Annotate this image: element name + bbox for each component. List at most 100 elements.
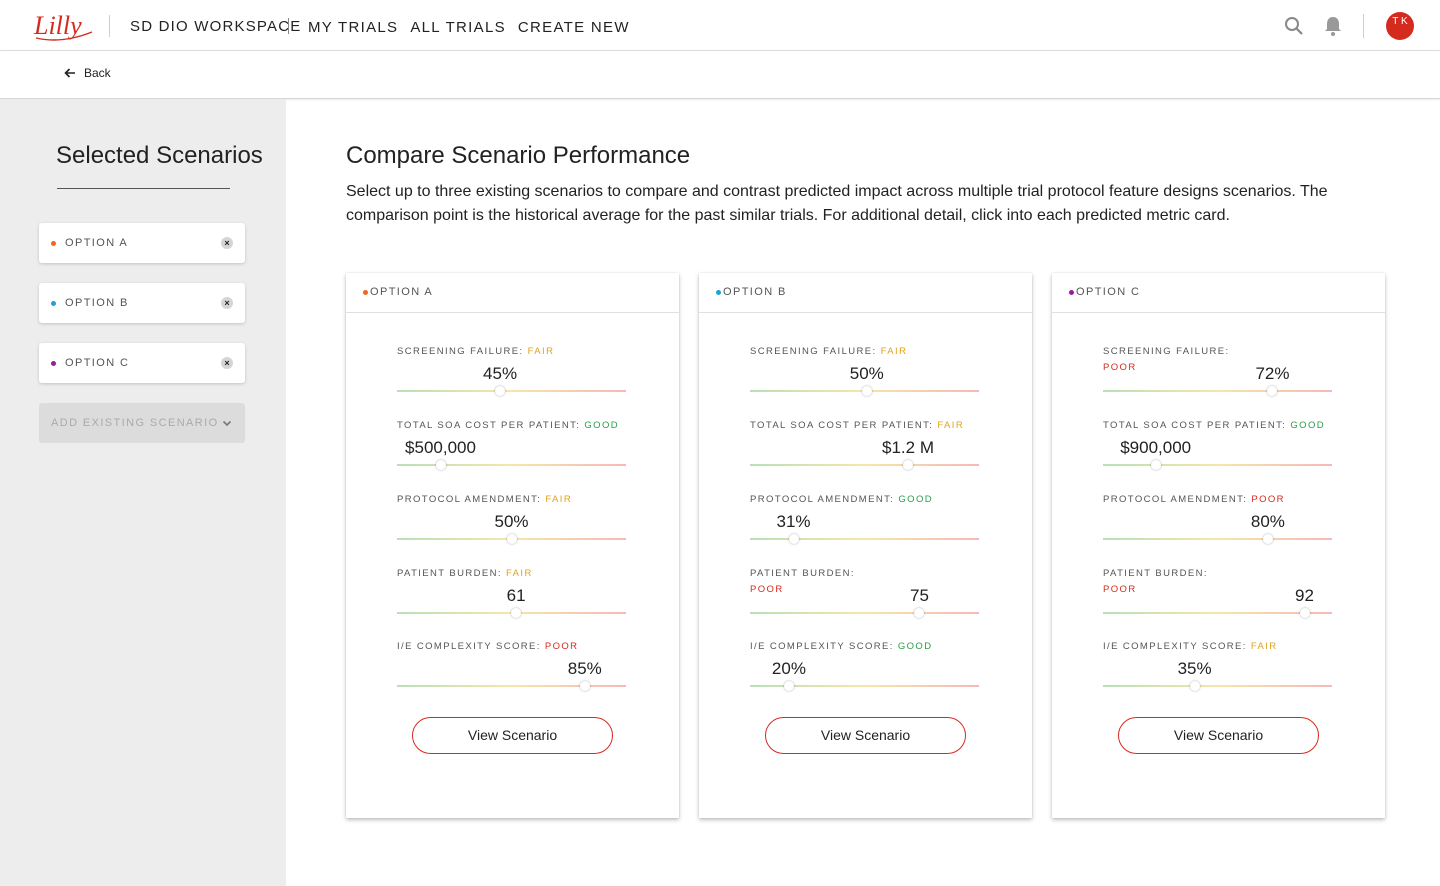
user-avatar[interactable]: T K	[1386, 12, 1414, 40]
metric-slider-track	[1103, 612, 1332, 614]
metric-slider-track	[750, 612, 979, 614]
metric-row[interactable]: I/E COMPLEXITY SCORE: FAIR 35%	[1103, 639, 1332, 699]
metric-rating: GOOD	[898, 494, 933, 505]
metric-slider-thumb[interactable]	[1150, 460, 1161, 470]
metric-label: TOTAL SOA COST PER PATIENT: GOOD	[1103, 418, 1332, 434]
nav-my-trials[interactable]: MY TRIALS	[308, 19, 398, 36]
metric-row[interactable]: PROTOCOL AMENDMENT: GOOD 31%	[750, 492, 979, 552]
metric-rating: POOR	[1251, 494, 1285, 505]
metric-rating: POOR	[750, 584, 784, 595]
metric-value: 80%	[1250, 512, 1285, 531]
metric-name: I/E COMPLEXITY SCORE:	[750, 641, 894, 652]
metric-slider-thumb[interactable]	[579, 681, 590, 691]
top-app-bar: Lilly SD DIO WORKSPACE MY TRIALS ALL TRI…	[0, 0, 1440, 51]
search-icon[interactable]	[1284, 16, 1304, 36]
metric-row[interactable]: PATIENT BURDEN: POOR 92	[1103, 566, 1332, 626]
metric-value: 72%	[1255, 364, 1290, 383]
header-divider	[1363, 14, 1364, 38]
view-scenario-button[interactable]: View Scenario	[412, 717, 613, 754]
main-nav: MY TRIALS ALL TRIALS CREATE NEW	[308, 19, 630, 36]
scenario-card[interactable]: OPTION C SCREENING FAILURE: POOR 72% TOTAL …	[1052, 273, 1385, 818]
metric-rating: FAIR	[505, 568, 533, 579]
metric-slider-thumb[interactable]	[914, 608, 925, 618]
metric-slider-thumb[interactable]	[783, 681, 794, 691]
scenario-color-dot	[363, 290, 368, 295]
metric-row[interactable]: PROTOCOL AMENDMENT: FAIR 50%	[397, 492, 626, 552]
scenario-card[interactable]: OPTION B SCREENING FAILURE: FAIR 50% TOTAL …	[699, 273, 1032, 818]
metric-row[interactable]: TOTAL SOA COST PER PATIENT: FAIR $1.2 M	[750, 418, 979, 478]
remove-icon[interactable]: ×	[221, 357, 233, 369]
chevron-down-icon	[222, 420, 232, 427]
metric-label: TOTAL SOA COST PER PATIENT: FAIR	[750, 418, 979, 434]
metric-row[interactable]: PATIENT BURDEN: FAIR 61	[397, 566, 626, 626]
metric-row[interactable]: I/E COMPLEXITY SCORE: GOOD 20%	[750, 639, 979, 699]
nav-create-new[interactable]: CREATE NEW	[518, 19, 630, 36]
back-button[interactable]: Back	[64, 66, 111, 80]
metric-slider-thumb[interactable]	[506, 534, 517, 544]
metric-slider-thumb[interactable]	[1299, 608, 1310, 618]
metric-value: 45%	[483, 364, 518, 383]
metric-name: SCREENING FAILURE:	[750, 346, 877, 357]
metric-slider-thumb[interactable]	[435, 460, 446, 470]
lilly-logo[interactable]: Lilly	[32, 8, 96, 44]
card-title: OPTION A	[370, 286, 434, 298]
metric-row[interactable]: SCREENING FAILURE: FAIR 50%	[750, 344, 979, 404]
selected-scenarios-sidebar: Selected Scenarios OPTION A × OPTION B ×…	[0, 99, 286, 886]
back-label: Back	[84, 66, 111, 80]
arrow-left-icon	[64, 68, 75, 78]
page-description: Select up to three existing scenarios to…	[346, 183, 1328, 224]
metric-rating: GOOD	[1290, 420, 1326, 431]
scenario-color-dot	[1069, 290, 1074, 295]
metric-slider-thumb[interactable]	[1262, 534, 1273, 544]
metric-slider-track	[1103, 464, 1332, 466]
metric-slider-thumb[interactable]	[861, 386, 872, 396]
metric-label: I/E COMPLEXITY SCORE: GOOD	[750, 639, 979, 655]
metric-slider-thumb[interactable]	[495, 386, 506, 396]
metric-name: SCREENING FAILURE:	[397, 346, 524, 357]
metric-value: 50%	[849, 364, 884, 383]
add-existing-scenario-select[interactable]: ADD EXISTING SCENARIO	[39, 403, 245, 443]
metric-label: I/E COMPLEXITY SCORE: FAIR	[1103, 639, 1332, 655]
scenario-chip-option-b[interactable]: OPTION B ×	[39, 283, 245, 323]
metric-slider-thumb[interactable]	[1189, 681, 1200, 691]
metric-rating: FAIR	[527, 346, 555, 357]
card-header: OPTION A	[346, 273, 679, 313]
metric-row[interactable]: SCREENING FAILURE: FAIR 45%	[397, 344, 626, 404]
metric-rating: FAIR	[937, 420, 965, 431]
metric-label: TOTAL SOA COST PER PATIENT: GOOD	[397, 418, 626, 434]
metric-slider-track	[750, 538, 979, 540]
chip-label: OPTION A	[65, 237, 129, 249]
metric-row[interactable]: SCREENING FAILURE: POOR 72%	[1103, 344, 1332, 404]
metric-slider-track	[750, 464, 979, 466]
scenario-card[interactable]: OPTION A SCREENING FAILURE: FAIR 45% TOTAL …	[346, 273, 679, 818]
view-scenario-button[interactable]: View Scenario	[765, 717, 966, 754]
scenario-chip-option-a[interactable]: OPTION A ×	[39, 223, 245, 263]
notification-bell-icon[interactable]	[1323, 15, 1343, 37]
scenario-chip-option-c[interactable]: OPTION C ×	[39, 343, 245, 383]
nav-all-trials[interactable]: ALL TRIALS	[410, 19, 506, 36]
metric-label: I/E COMPLEXITY SCORE: POOR	[397, 639, 626, 655]
metric-row[interactable]: I/E COMPLEXITY SCORE: POOR 85%	[397, 639, 626, 699]
metric-value: 20%	[771, 659, 806, 678]
metric-row[interactable]: PROTOCOL AMENDMENT: POOR 80%	[1103, 492, 1332, 552]
metric-value: 85%	[567, 659, 602, 678]
metric-slider-thumb[interactable]	[1267, 386, 1278, 396]
metric-row[interactable]: PATIENT BURDEN: POOR 75	[750, 566, 979, 626]
view-scenario-button[interactable]: View Scenario	[1118, 717, 1319, 754]
remove-icon[interactable]: ×	[221, 237, 233, 249]
remove-icon[interactable]: ×	[221, 297, 233, 309]
workspace-title[interactable]: SD DIO WORKSPACE	[130, 18, 301, 35]
sidebar-title: Selected Scenarios	[56, 142, 263, 169]
metric-slider-thumb[interactable]	[788, 534, 799, 544]
metric-slider-thumb[interactable]	[903, 460, 913, 470]
metric-row[interactable]: TOTAL SOA COST PER PATIENT: GOOD $500,000	[397, 418, 626, 478]
metric-label: PROTOCOL AMENDMENT: FAIR	[397, 492, 626, 508]
chip-label: OPTION C	[65, 357, 130, 369]
metric-row[interactable]: TOTAL SOA COST PER PATIENT: GOOD $900,000	[1103, 418, 1332, 478]
metric-rating: POOR	[1103, 362, 1137, 373]
metric-value: $900,000	[1120, 438, 1192, 457]
metric-value: 92	[1295, 586, 1314, 605]
metric-slider-track	[1103, 685, 1332, 687]
metric-slider-thumb[interactable]	[511, 608, 522, 618]
metric-rating: FAIR	[1250, 641, 1278, 652]
